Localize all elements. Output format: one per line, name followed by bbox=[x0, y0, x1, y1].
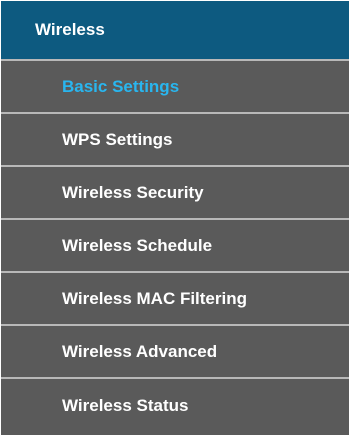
menu-item-wireless-security[interactable]: Wireless Security bbox=[1, 167, 349, 220]
menu-item-wireless-advanced[interactable]: Wireless Advanced bbox=[1, 326, 349, 379]
menu-item-wireless-status[interactable]: Wireless Status bbox=[1, 379, 349, 432]
menu-item-wireless-schedule[interactable]: Wireless Schedule bbox=[1, 220, 349, 273]
menu-item-wps-settings[interactable]: WPS Settings bbox=[1, 114, 349, 167]
wireless-menu: Wireless Basic Settings WPS Settings Wir… bbox=[1, 1, 349, 435]
menu-header-wireless[interactable]: Wireless bbox=[1, 1, 349, 61]
menu-item-wireless-mac-filtering[interactable]: Wireless MAC Filtering bbox=[1, 273, 349, 326]
menu-item-basic-settings[interactable]: Basic Settings bbox=[1, 61, 349, 114]
